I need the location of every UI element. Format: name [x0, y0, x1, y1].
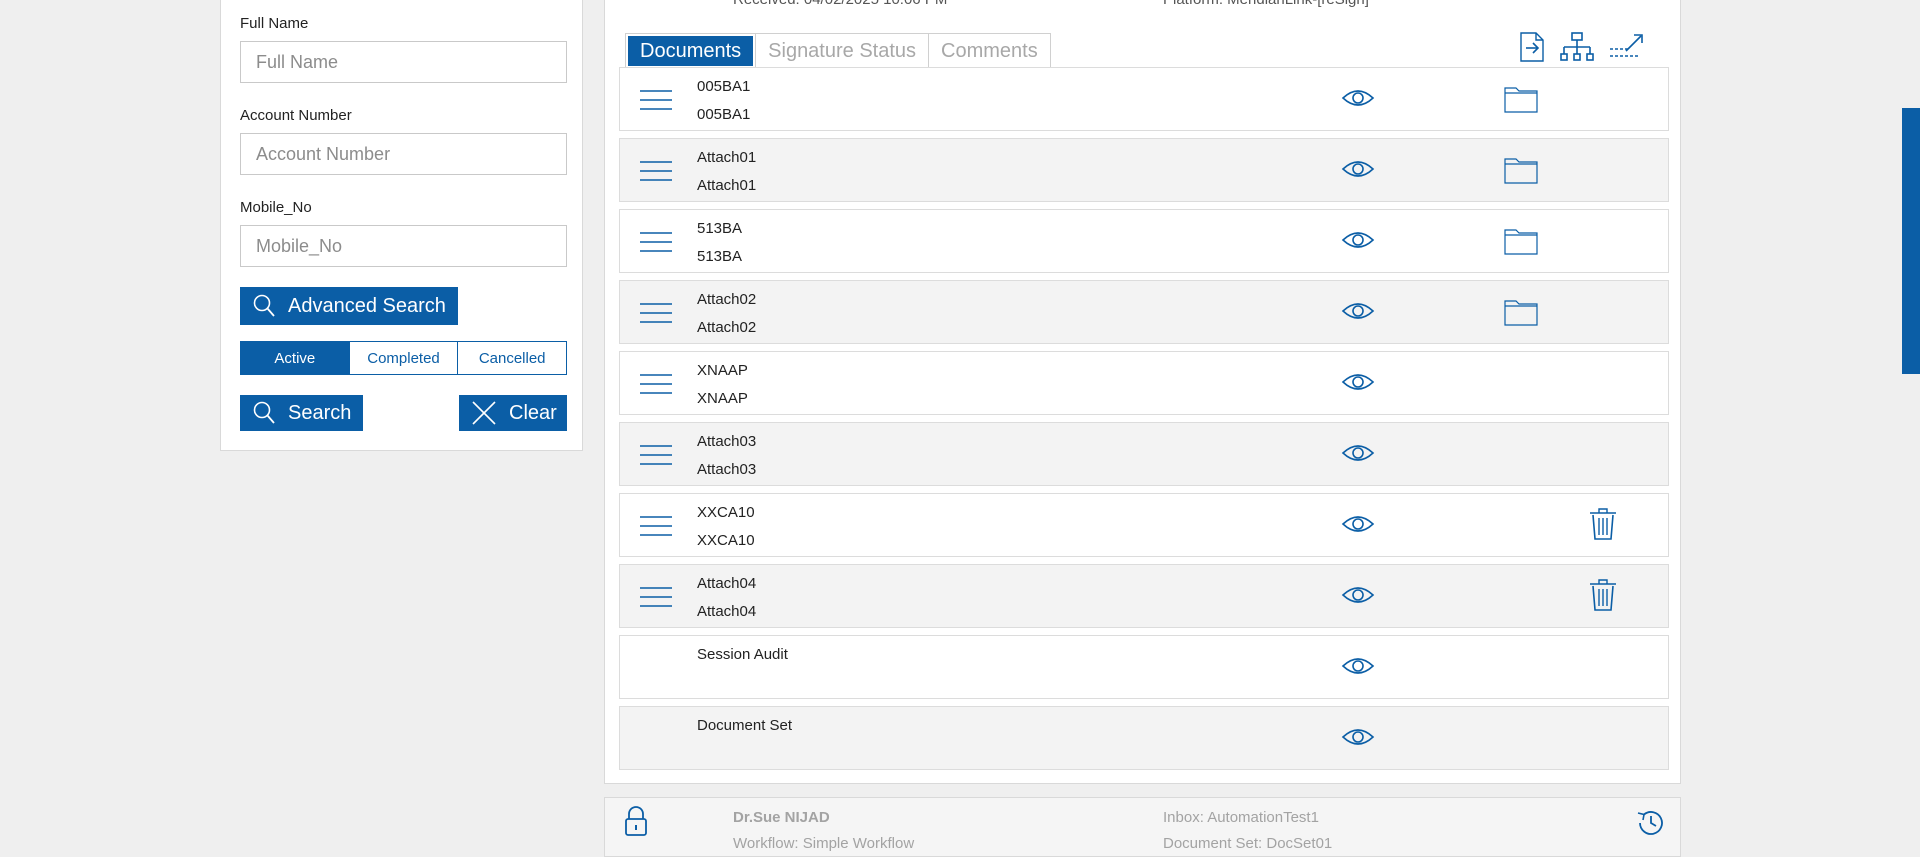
document-title: XXCA10: [697, 504, 755, 521]
document-row[interactable]: 005BA1 005BA1: [619, 67, 1669, 131]
status-filter-active[interactable]: Active: [241, 342, 349, 374]
folder-icon[interactable]: [1504, 297, 1538, 332]
menu-icon[interactable]: [640, 159, 672, 188]
document-subtitle: Attach01: [697, 177, 757, 194]
history-icon[interactable]: [1635, 807, 1667, 844]
document-row[interactable]: Attach01 Attach01: [619, 138, 1669, 202]
menu-icon[interactable]: [640, 301, 672, 330]
export-icon[interactable]: [1518, 31, 1546, 68]
search-panel: Full Name Account Number Mobile_No Advan…: [220, 0, 583, 451]
menu-icon[interactable]: [640, 514, 672, 543]
document-row[interactable]: XXCA10 XXCA10: [619, 493, 1669, 557]
document-subtitle: Attach02: [697, 319, 757, 336]
mobile-no-label: Mobile_No: [240, 199, 312, 216]
mobile-no-input[interactable]: [240, 225, 567, 267]
full-name-input[interactable]: [240, 41, 567, 83]
view-eye-icon[interactable]: [1341, 86, 1375, 115]
document-row[interactable]: Attach03 Attach03: [619, 422, 1669, 486]
toolbar: [1518, 31, 1644, 68]
document-title: Document Set: [697, 717, 793, 734]
document-title: 005BA1: [697, 78, 751, 95]
full-name-label: Full Name: [240, 15, 309, 32]
document-subtitle: Attach03: [697, 461, 757, 478]
document-title: 513BA: [697, 220, 743, 237]
platform-label: Platform: MeridianLink-[reSign]: [1163, 0, 1369, 8]
folder-icon[interactable]: [1504, 155, 1538, 190]
close-icon: [472, 401, 496, 425]
lock-icon[interactable]: [623, 805, 649, 844]
document-title: Attach03: [697, 433, 757, 450]
account-number-label: Account Number: [240, 107, 352, 124]
document-subtitle: Attach04: [697, 603, 757, 620]
menu-icon[interactable]: [640, 372, 672, 401]
workflow-label: Workflow: Simple Workflow: [733, 835, 915, 852]
inbox-label: Inbox: AutomationTest1: [1163, 809, 1319, 826]
view-eye-icon[interactable]: [1341, 441, 1375, 470]
view-eye-icon[interactable]: [1341, 654, 1375, 683]
document-row[interactable]: Document Set: [619, 706, 1669, 770]
document-title: Session Audit: [697, 646, 788, 663]
menu-icon[interactable]: [640, 230, 672, 259]
document-row[interactable]: 513BA 513BA: [619, 209, 1669, 273]
clear-label: Clear: [509, 401, 557, 424]
document-title: Attach04: [697, 575, 757, 592]
search-button[interactable]: Search: [240, 395, 363, 431]
received-date: Received: 04/02/2025 10:06 PM: [733, 0, 947, 8]
signature-icon[interactable]: [1608, 31, 1644, 68]
document-title: Attach01: [697, 149, 757, 166]
document-title: Attach02: [697, 291, 757, 308]
search-icon: [253, 294, 275, 317]
folder-icon[interactable]: [1504, 226, 1538, 261]
document-row[interactable]: Session Audit: [619, 635, 1669, 699]
document-subtitle: 005BA1: [697, 106, 751, 123]
view-eye-icon[interactable]: [1341, 370, 1375, 399]
documents-panel: Received: 04/02/2025 10:06 PM Platform: …: [604, 0, 1681, 784]
side-scroll-accent[interactable]: [1902, 108, 1920, 374]
tab-comments[interactable]: Comments: [928, 34, 1050, 68]
document-row[interactable]: XNAAP XNAAP: [619, 351, 1669, 415]
clear-button[interactable]: Clear: [459, 395, 567, 431]
document-title: XNAAP: [697, 362, 748, 379]
document-row[interactable]: Attach02 Attach02: [619, 280, 1669, 344]
document-subtitle: 513BA: [697, 248, 743, 265]
view-eye-icon[interactable]: [1341, 157, 1375, 186]
tab-signature-status[interactable]: Signature Status: [755, 34, 929, 68]
info-panel: Dr.Sue NIJAD Workflow: Simple Workflow I…: [604, 797, 1681, 857]
menu-icon[interactable]: [640, 585, 672, 614]
document-subtitle: XNAAP: [697, 390, 748, 407]
tab-bar: Documents Signature Status Comments: [625, 33, 1051, 69]
document-subtitle: XXCA10: [697, 532, 755, 549]
account-number-input[interactable]: [240, 133, 567, 175]
status-filter-cancelled[interactable]: Cancelled: [457, 342, 566, 374]
advanced-search-label: Advanced Search: [288, 294, 446, 317]
hierarchy-icon[interactable]: [1560, 31, 1594, 68]
status-filter: Active Completed Cancelled: [240, 341, 567, 375]
signer-name: Dr.Sue NIJAD: [733, 809, 830, 826]
document-row[interactable]: Attach04 Attach04: [619, 564, 1669, 628]
view-eye-icon[interactable]: [1341, 228, 1375, 257]
view-eye-icon[interactable]: [1341, 512, 1375, 541]
document-set-label: Document Set: DocSet01: [1163, 835, 1333, 852]
view-eye-icon[interactable]: [1341, 583, 1375, 612]
search-icon: [253, 401, 275, 424]
trash-icon[interactable]: [1589, 578, 1617, 617]
menu-icon[interactable]: [640, 88, 672, 117]
menu-icon[interactable]: [640, 443, 672, 472]
tab-documents[interactable]: Documents: [628, 36, 754, 66]
status-filter-completed[interactable]: Completed: [348, 342, 458, 374]
folder-icon[interactable]: [1504, 84, 1538, 119]
view-eye-icon[interactable]: [1341, 299, 1375, 328]
search-label: Search: [288, 401, 352, 424]
view-eye-icon[interactable]: [1341, 725, 1375, 754]
trash-icon[interactable]: [1589, 507, 1617, 546]
advanced-search-button[interactable]: Advanced Search: [240, 287, 458, 325]
